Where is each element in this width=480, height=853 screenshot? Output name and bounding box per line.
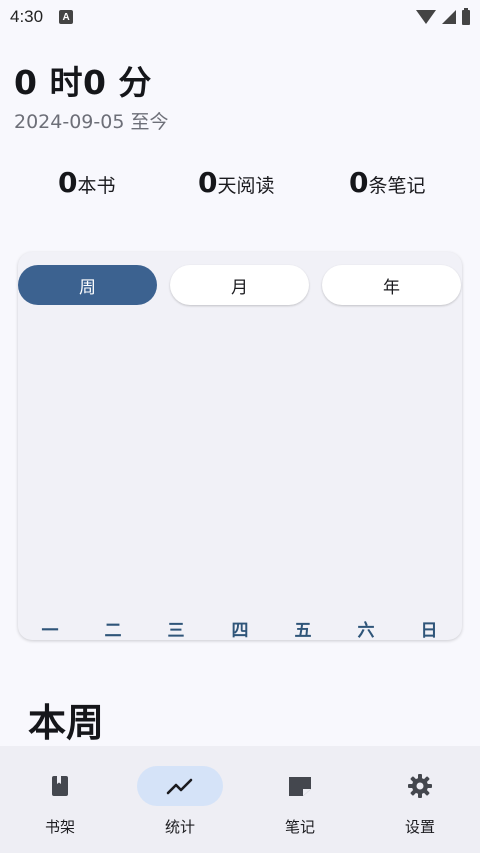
total-reading-time: 0 时0 分 [14,63,152,102]
status-bar: 4:30 A [0,0,480,34]
nav-item-bookshelf[interactable]: 书架 [0,746,120,853]
nav-item-stats[interactable]: 统计 [120,746,240,853]
section-title-this-week: 本周 [28,700,105,745]
wifi-icon [416,10,436,24]
stat-days: 0 天阅读 [198,166,275,199]
day-label-sun: 日 [420,621,438,641]
stat-days-label: 天阅读 [217,175,275,197]
stat-books-value: 0 [58,166,78,199]
day-label-mon: 一 [41,621,59,641]
day-label-sat: 六 [357,621,375,641]
a-icon: A [59,10,74,24]
reading-chart-card: 周 月 年 一 二 三 四 五 六 日 [18,252,462,641]
tab-year[interactable]: 年 [322,265,461,305]
nav-item-settings[interactable]: 设置 [360,746,480,853]
nav-label-bookshelf: 书架 [44,818,75,836]
stat-days-value: 0 [198,166,218,199]
stat-notes-value: 0 [349,166,369,199]
tab-month[interactable]: 月 [170,265,309,305]
nav-icon-container [257,766,343,806]
note-icon [289,777,311,796]
summary-stats: 0 本书 0 天阅读 0 条笔记 [0,166,480,202]
day-label-wed: 三 [167,621,185,641]
battery-icon [462,7,470,25]
nav-label-settings: 设置 [404,818,435,836]
day-label-fri: 五 [294,621,312,641]
nav-label-notes: 笔记 [284,818,315,836]
nav-icon-container [377,766,463,806]
gear-icon [408,774,432,798]
day-label-tue: 二 [104,621,122,641]
stat-books-label: 本书 [77,175,116,197]
status-icons [416,7,470,25]
since-date: 2024-09-05 至今 [14,111,169,133]
bottom-nav: 书架 统计 笔记 设置 [0,746,480,853]
tab-week[interactable]: 周 [18,265,157,305]
nav-icon-container [17,766,103,806]
day-label-thu: 四 [231,621,249,641]
weekly-bar-chart [18,312,462,612]
trending-up-icon [166,778,193,795]
status-time: 4:30 [10,7,44,26]
book-icon [52,776,68,796]
stat-books: 0 本书 [58,166,116,199]
signal-icon [442,10,456,24]
stat-notes: 0 条笔记 [349,166,426,199]
stat-notes-label: 条笔记 [368,175,426,197]
nav-icon-container [137,766,223,806]
nav-label-stats: 统计 [164,818,195,836]
nav-item-notes[interactable]: 笔记 [240,746,360,853]
